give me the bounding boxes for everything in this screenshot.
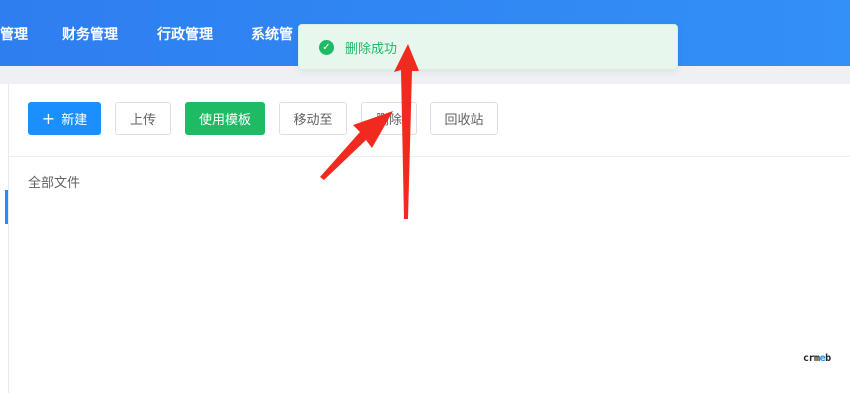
delete-button[interactable]: 删除 (361, 102, 417, 135)
new-button-label: 新建 (61, 113, 88, 128)
nav-item-finance[interactable]: 财务管理 (62, 24, 118, 44)
breadcrumb[interactable]: 全部文件 (28, 172, 80, 191)
check-circle-icon: ✓ (319, 39, 334, 55)
success-toast: ✓ 删除成功 (298, 24, 678, 70)
nav-item-system[interactable]: 系统管 (251, 24, 293, 44)
recycle-bin-button[interactable]: 回收站 (430, 102, 498, 135)
nav-item-admin[interactable]: 行政管理 (157, 24, 213, 44)
nav-item-partial[interactable]: 管理 (0, 24, 28, 44)
plus-icon: + (41, 108, 56, 128)
new-button[interactable]: + 新建 (28, 102, 101, 135)
toolbar-divider (8, 156, 850, 157)
crmeb-logo: crmeb (803, 353, 831, 364)
use-template-button[interactable]: 使用模板 (185, 102, 265, 135)
upload-button[interactable]: 上传 (115, 102, 171, 135)
move-to-button[interactable]: 移动至 (279, 102, 347, 135)
sidebar-active-indicator (5, 190, 8, 224)
toast-message: 删除成功 (345, 41, 398, 57)
